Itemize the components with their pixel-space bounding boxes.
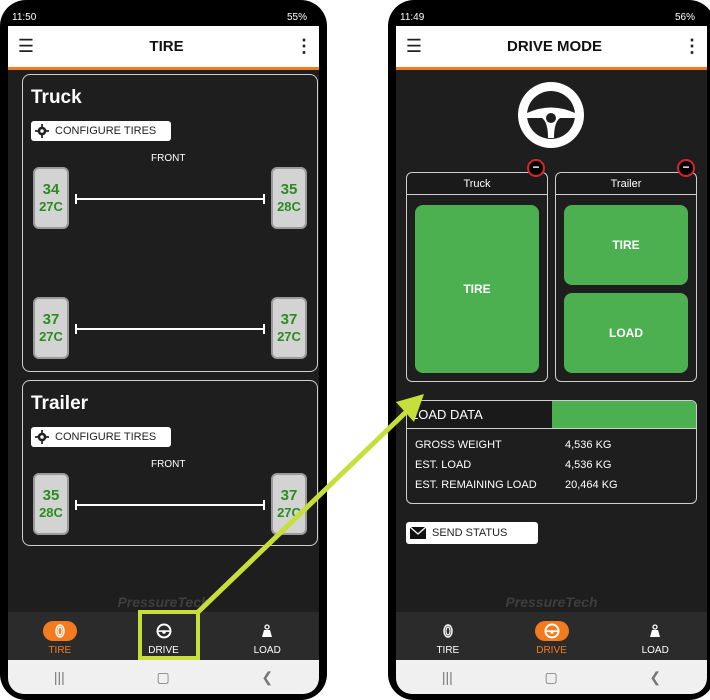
arrow-annotation bbox=[194, 394, 424, 616]
